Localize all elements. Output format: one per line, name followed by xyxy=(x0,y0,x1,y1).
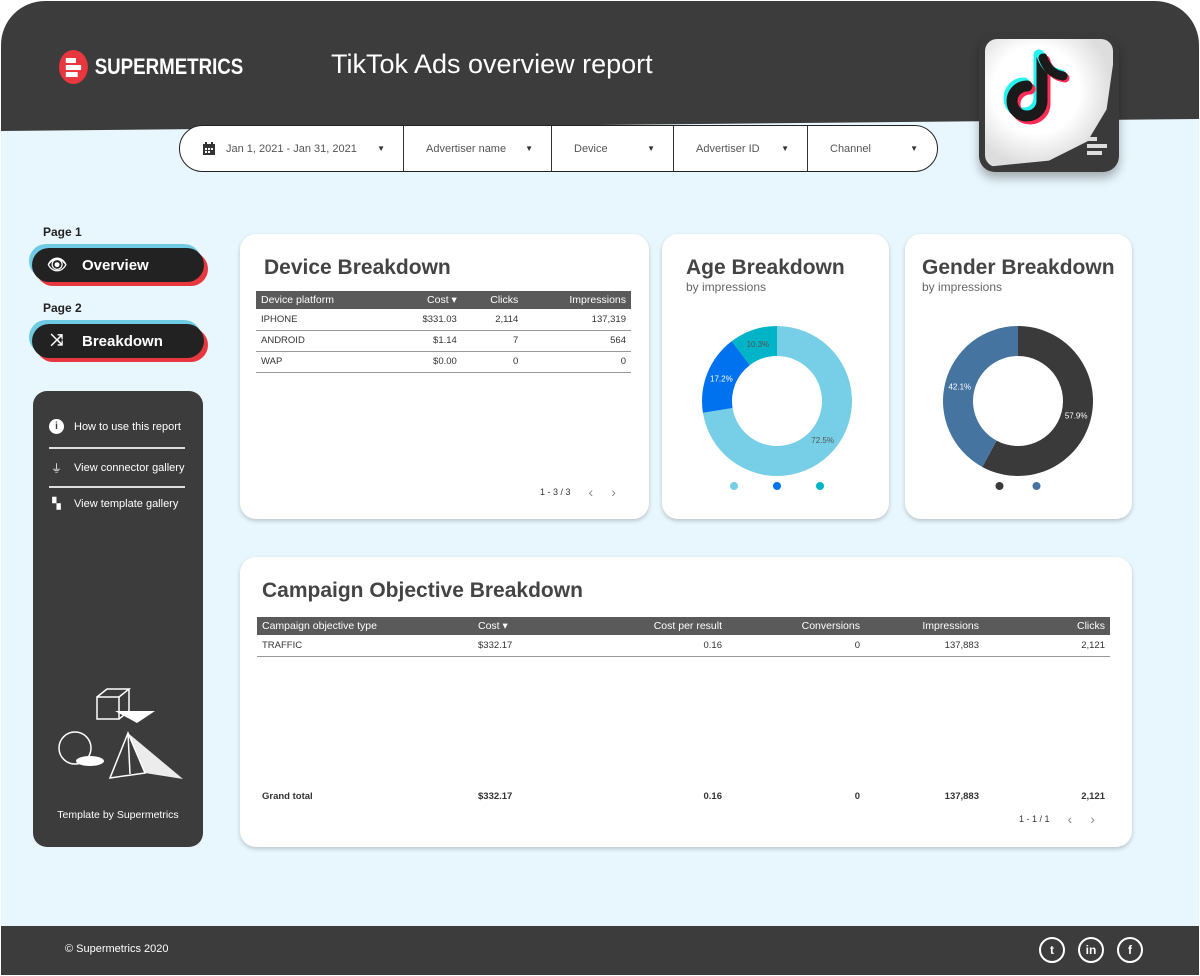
template-gallery-link[interactable]: ▚ View template gallery xyxy=(49,497,185,511)
twitter-icon[interactable]: t xyxy=(1039,937,1065,963)
slice-label: 57.9% xyxy=(1065,412,1088,421)
plug-icon: ⏚ xyxy=(51,463,62,475)
next-page-button[interactable]: › xyxy=(1090,811,1095,827)
legend-dot[interactable] xyxy=(773,482,781,490)
legend-dot[interactable] xyxy=(816,482,824,490)
legend-dot[interactable] xyxy=(995,482,1004,490)
col-header[interactable]: Campaign objective type xyxy=(257,617,473,635)
gender-breakdown-card: Gender Breakdown by impressions 57.9% 42.… xyxy=(905,234,1132,519)
info-icon: i xyxy=(49,419,64,434)
link-label: How to use this report xyxy=(74,420,181,433)
eye-icon: 👁 xyxy=(46,257,68,274)
calendar-icon xyxy=(203,141,215,155)
gender-donut-chart: 57.9% 42.1% xyxy=(942,326,1093,490)
divider xyxy=(49,486,185,488)
filter-label: Channel xyxy=(830,142,871,155)
advertiser-id-filter[interactable]: Advertiser ID ▼ xyxy=(674,126,808,171)
device-table: Device platform Cost ▾ Clicks Impressions I… xyxy=(256,291,631,373)
date-range-filter[interactable]: Jan 1, 2021 - Jan 31, 2021 ▼ xyxy=(180,126,404,171)
breakdown-page-button[interactable]: ⤨ Breakdown xyxy=(32,324,204,358)
linkedin-icon[interactable]: in xyxy=(1078,937,1104,963)
device-breakdown-card: Device Breakdown Device platform Cost ▾ Cl… xyxy=(240,234,649,519)
geometric-shapes-illustration xyxy=(58,688,183,779)
filter-label: Advertiser name xyxy=(426,142,507,155)
overview-label: Overview xyxy=(82,256,149,274)
supermetrics-logo-icon xyxy=(59,50,88,84)
prev-page-button[interactable]: ‹ xyxy=(1068,811,1073,827)
col-header-sorted[interactable]: Cost ▾ xyxy=(390,291,462,309)
report-page: SUPERMETRICS TikTok Ads overview report … xyxy=(1,1,1199,975)
filter-bar: Jan 1, 2021 - Jan 31, 2021 ▼ Advertiser n… xyxy=(179,125,938,172)
facebook-icon[interactable]: f xyxy=(1117,937,1143,963)
chevron-down-icon: ▼ xyxy=(781,144,789,153)
overview-page-button[interactable]: 👁 Overview xyxy=(32,248,204,282)
device-filter[interactable]: Device ▼ xyxy=(552,126,674,171)
slice-label: 17.2% xyxy=(710,375,733,384)
pagination: 1 - 1 / 1 ‹ › xyxy=(1019,811,1095,827)
copyright: © Supermetrics 2020 xyxy=(65,943,169,955)
col-header[interactable]: Clicks xyxy=(984,617,1110,635)
prev-page-button[interactable]: ‹ xyxy=(589,484,594,500)
page-range: 1 - 1 / 1 xyxy=(1019,814,1050,824)
channel-filter[interactable]: Channel ▼ xyxy=(808,126,936,171)
advertiser-name-filter[interactable]: Advertiser name ▼ xyxy=(404,126,552,171)
date-range-value: Jan 1, 2021 - Jan 31, 2021 xyxy=(226,142,357,155)
col-header[interactable]: Clicks xyxy=(461,291,524,309)
age-breakdown-card: Age Breakdown by impressions 72.5% 17.2% 1… xyxy=(662,234,889,519)
chevron-down-icon: ▼ xyxy=(377,144,385,153)
col-header[interactable]: Impressions xyxy=(523,291,631,309)
link-label: View connector gallery xyxy=(74,462,185,474)
breakdown-label: Breakdown xyxy=(82,332,163,350)
grand-total-row: Grand total $332.17 0.16 0 137,883 2,121 xyxy=(262,791,1105,802)
brand-name: SUPERMETRICS xyxy=(94,54,244,79)
col-header[interactable]: Impressions xyxy=(865,617,984,635)
filter-label: Device xyxy=(574,142,608,155)
legend-dot[interactable] xyxy=(730,482,738,490)
filter-label: Advertiser ID xyxy=(696,142,760,155)
table-row: TRAFFIC $332.17 0.16 0 137,883 2,121 xyxy=(257,635,1110,657)
pagination: 1 - 3 / 3 ‹ › xyxy=(540,484,616,500)
col-header[interactable]: Conversions xyxy=(727,617,865,635)
card-title: Device Breakdown xyxy=(264,256,451,279)
report-title: TikTok Ads overview report xyxy=(331,49,653,79)
age-donut-chart: 72.5% 17.2% 10.3% xyxy=(702,326,852,490)
chevron-down-icon: ▼ xyxy=(647,144,655,153)
grid-icon: ▚ xyxy=(52,498,61,510)
slice-label: 72.5% xyxy=(811,436,834,445)
chevron-down-icon: ▼ xyxy=(525,144,533,153)
campaign-table: Campaign objective type Cost ▾ Cost per re… xyxy=(257,617,1110,807)
resources-panel: i How to use this report ⏚ View connector … xyxy=(33,391,203,847)
tiktok-logo xyxy=(979,34,1119,172)
link-label: View template gallery xyxy=(74,497,179,510)
col-header[interactable]: Cost per result xyxy=(573,617,727,635)
shuffle-icon: ⤨ xyxy=(50,332,64,349)
chevron-down-icon: ▼ xyxy=(910,144,918,153)
slice-label: 42.1% xyxy=(948,382,971,391)
page-2-label: Page 2 xyxy=(43,301,82,315)
table-row: IPHONE $331.03 2,114 137,319 xyxy=(256,309,631,331)
how-to-use-link[interactable]: i How to use this report xyxy=(49,419,185,434)
next-page-button[interactable]: › xyxy=(611,484,616,500)
card-title: Campaign Objective Breakdown xyxy=(262,579,583,602)
supermetrics-logo: SUPERMETRICS xyxy=(59,50,243,84)
slice-label: 10.3% xyxy=(747,340,770,349)
col-header-sorted[interactable]: Cost ▾ xyxy=(473,617,573,635)
campaign-breakdown-card: Campaign Objective Breakdown Campaign ob… xyxy=(240,557,1132,847)
divider xyxy=(49,447,185,449)
col-header[interactable]: Device platform xyxy=(256,291,391,309)
footer: © Supermetrics 2020 t in f xyxy=(1,926,1199,975)
table-row: ANDROID $1.14 7 564 xyxy=(256,330,631,352)
connector-gallery-link[interactable]: ⏚ View connector gallery xyxy=(49,460,185,476)
page-range: 1 - 3 / 3 xyxy=(540,487,571,497)
template-credit: Template by Supermetrics xyxy=(57,809,179,821)
legend-dot[interactable] xyxy=(1032,482,1041,490)
tiktok-note-icon xyxy=(1003,49,1070,125)
page-1-label: Page 1 xyxy=(43,225,82,239)
table-row: WAP $0.00 0 0 xyxy=(256,351,631,373)
